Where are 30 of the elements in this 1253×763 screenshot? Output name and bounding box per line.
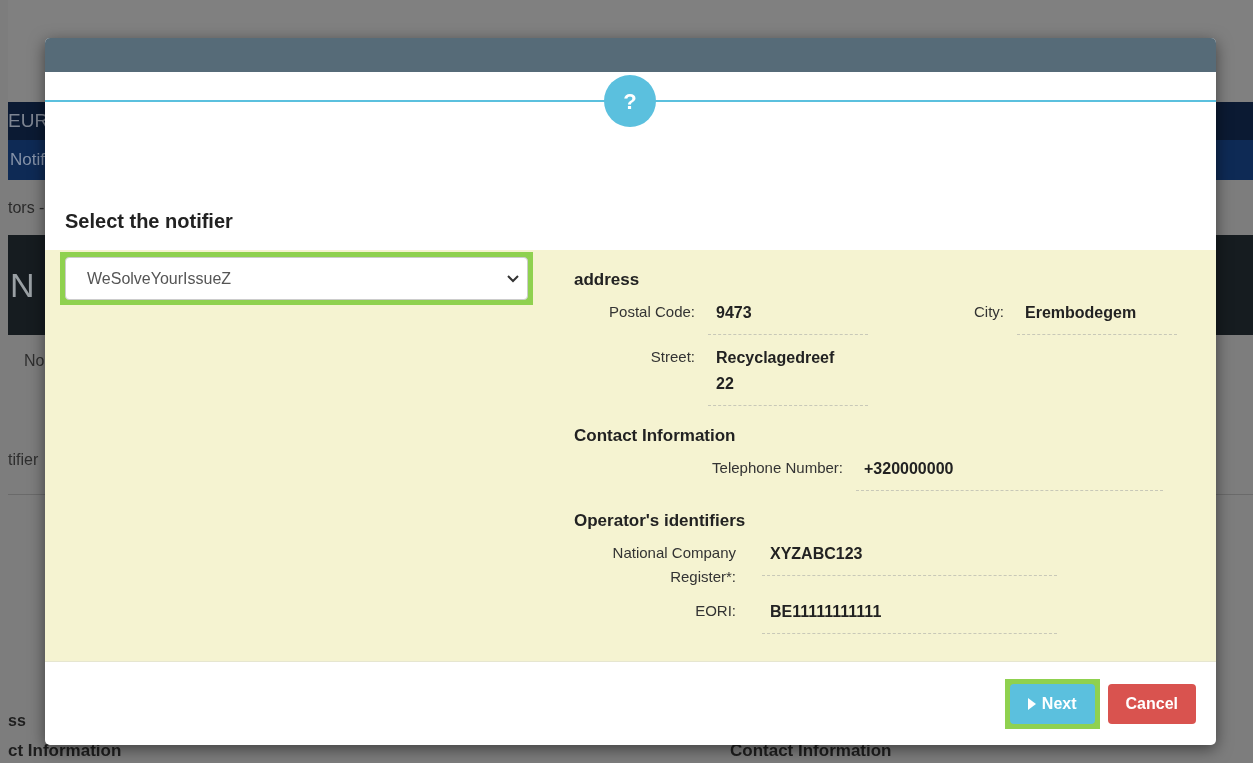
field-value: Erembodegem [1017, 296, 1177, 335]
section-heading: Operator's identifiers [574, 510, 747, 532]
question-icon: ? [604, 75, 656, 127]
notifier-select[interactable]: WeSolveYourIssueZ [65, 257, 528, 300]
next-button[interactable]: Next [1009, 683, 1095, 724]
section-heading: Contact Information [574, 425, 737, 447]
field-value: 9473 [708, 296, 868, 335]
dialog-title: Select the notifier [65, 209, 233, 234]
play-icon [1027, 697, 1036, 710]
section-label: ss [8, 711, 27, 731]
field-value: +320000000 [856, 452, 1163, 491]
field-label: EORI: [694, 601, 736, 621]
section-heading: address [574, 269, 641, 291]
cancel-button[interactable]: Cancel [1107, 683, 1196, 724]
field-label: Street: [649, 347, 695, 367]
field-label: National Company Register*: [611, 543, 736, 587]
breadcrumb: tors - [8, 197, 45, 218]
section-heading: Contact Information [730, 739, 892, 762]
field-label: Postal Code: [608, 302, 695, 322]
field-label: Telephone Number: [711, 458, 843, 478]
field-value: Recyclagedreef 22 [708, 341, 868, 406]
field-value: BE11111111111 [762, 595, 1057, 634]
section-heading: ct Information [8, 739, 123, 762]
background-tab[interactable]: No [8, 349, 45, 373]
page-title: N [9, 264, 35, 306]
field-label: City: [973, 302, 1004, 322]
field-label: tifier [8, 449, 39, 470]
field-value: XYZABC123 [762, 537, 1057, 576]
chevron-down-icon [507, 274, 519, 283]
nav-tab[interactable]: Notif [8, 147, 45, 173]
